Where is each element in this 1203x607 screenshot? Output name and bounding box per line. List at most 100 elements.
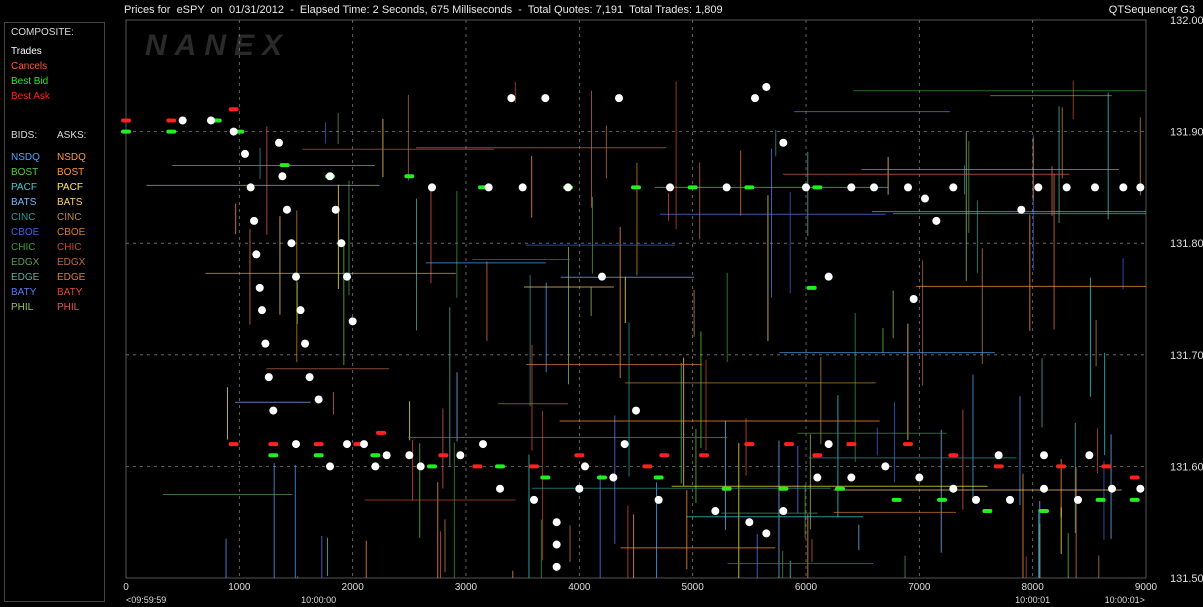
best-ask-point — [268, 442, 279, 447]
trade-point — [802, 183, 810, 192]
trade-point — [507, 94, 516, 103]
trade-point — [518, 183, 527, 192]
trade-point — [847, 473, 856, 482]
best-ask-point — [846, 442, 857, 447]
trade-point — [264, 373, 273, 382]
trade-point — [252, 250, 261, 259]
trade-point — [305, 373, 314, 382]
trade-point — [1091, 183, 1099, 192]
trade-point — [1034, 183, 1043, 192]
best-ask-point — [784, 442, 794, 447]
trade-point — [779, 507, 788, 516]
best-bid-point — [404, 174, 415, 179]
x-tick-label: 0 — [123, 582, 129, 593]
price-chart: NANEX 131.50 131.60 131.70 131.80 131.90 132.0… — [121, 15, 1203, 605]
best-bid-point — [631, 185, 641, 190]
time-label: 10:00:01> — [1105, 595, 1145, 605]
trade-point — [552, 518, 561, 527]
trade-point — [541, 94, 550, 103]
x-tick-label: 4000 — [568, 582, 591, 593]
trade-point — [275, 138, 283, 147]
y-tick-label: 131.50 — [1170, 573, 1203, 585]
time-label: <09:59:59 — [126, 595, 166, 605]
best-ask-point — [228, 107, 239, 112]
trade-point — [292, 440, 300, 449]
best-ask-point — [228, 442, 239, 447]
best-ask-point — [1101, 464, 1112, 469]
trade-point — [1085, 451, 1094, 460]
best-bid-point — [427, 464, 437, 469]
trade-point — [1136, 484, 1145, 493]
trade-point — [258, 306, 266, 315]
x-tick-label: 5000 — [682, 582, 705, 593]
trade-point — [904, 183, 912, 192]
trade-point — [343, 440, 351, 449]
best-ask-point — [121, 118, 131, 123]
trade-point — [255, 283, 264, 292]
trade-point — [229, 127, 238, 136]
best-bid-point — [891, 497, 902, 502]
x-tick-label: 3000 — [455, 582, 478, 593]
trade-point — [292, 272, 300, 281]
trade-point — [287, 239, 296, 248]
best-bid-point — [806, 285, 817, 290]
trade-point — [598, 272, 606, 281]
trade-point — [762, 529, 771, 538]
trade-point — [479, 440, 487, 449]
best-bid-point — [166, 129, 177, 134]
best-bid-point — [835, 486, 845, 491]
trade-point — [994, 451, 1003, 460]
trade-point — [496, 484, 504, 493]
y-tick-label: 131.60 — [1170, 461, 1203, 473]
best-ask-point — [642, 464, 653, 469]
best-bid-point — [121, 129, 131, 134]
x-tick-label: 1000 — [228, 582, 251, 593]
trade-point — [722, 183, 731, 192]
trade-point — [326, 462, 334, 471]
best-ask-point — [744, 442, 755, 447]
best-bid-point — [778, 486, 789, 491]
trade-point — [745, 518, 754, 527]
trade-point — [348, 317, 357, 326]
trade-point — [405, 451, 414, 460]
trade-point — [666, 183, 674, 192]
best-ask-point — [993, 464, 1004, 469]
trade-point — [581, 462, 589, 471]
trade-point — [1119, 183, 1128, 192]
trade-point — [949, 484, 958, 493]
best-bid-point — [495, 464, 505, 469]
best-bid-point — [1129, 497, 1140, 502]
trade-point — [779, 138, 788, 147]
best-bid-point — [370, 453, 381, 458]
trade-point — [847, 183, 856, 192]
best-bid-point — [687, 185, 698, 190]
x-tick-label: 2000 — [342, 582, 365, 593]
trade-point — [751, 94, 759, 103]
best-bid-point — [982, 509, 993, 514]
best-ask-point — [313, 442, 324, 447]
trade-point — [870, 183, 878, 192]
best-ask-point — [438, 453, 449, 458]
trade-point — [241, 149, 249, 158]
trade-point — [824, 272, 833, 281]
time-label: 10:00:01 — [1015, 595, 1050, 605]
best-bid-point — [812, 185, 823, 190]
best-ask-point — [574, 453, 585, 458]
trade-point — [326, 172, 334, 181]
y-tick-label: 131.70 — [1170, 350, 1203, 362]
trade-point — [282, 205, 291, 214]
trade-point — [456, 451, 465, 460]
trade-point — [881, 462, 890, 471]
best-bid-point — [313, 453, 324, 458]
best-bid-point — [744, 185, 755, 190]
best-ask-point — [903, 442, 913, 447]
trade-point — [331, 205, 340, 214]
watermark: NANEX — [145, 29, 290, 62]
trade-point — [178, 116, 187, 125]
trade-point — [416, 462, 425, 471]
trade-point — [382, 451, 391, 460]
trade-point — [246, 183, 255, 192]
trade-point — [813, 473, 822, 482]
trade-point — [909, 295, 918, 303]
trade-point — [314, 395, 323, 404]
